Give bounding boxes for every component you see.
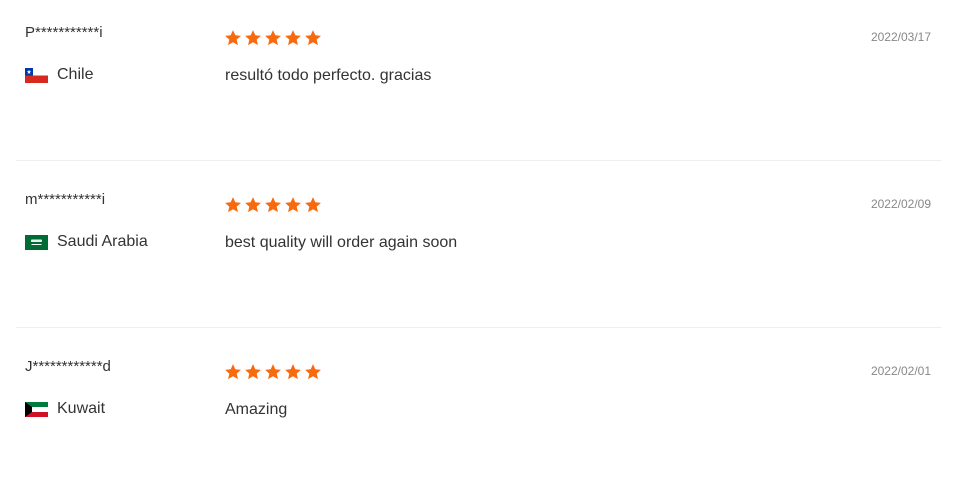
review-date: 2022/03/17: [870, 30, 931, 44]
star-icon: [305, 197, 321, 213]
chile-flag-icon: [25, 67, 48, 83]
reviewer-country: Saudi Arabia: [25, 233, 148, 251]
star-icon: [265, 30, 281, 46]
review-item: m***********i Saudi Arabia best quality …: [0, 167, 958, 334]
star-icon: [245, 364, 261, 380]
reviewer-country: Kuwait: [25, 400, 105, 418]
review-item: P***********i Chile resultó todo perfect…: [0, 0, 958, 167]
reviewer-name: J************d: [25, 358, 111, 375]
country-name: Saudi Arabia: [57, 233, 148, 250]
star-rating: [224, 363, 322, 381]
star-icon: [285, 197, 301, 213]
country-name: Kuwait: [57, 400, 106, 417]
star-icon: [285, 30, 301, 46]
reviewer-name: m***********i: [25, 191, 106, 208]
review-divider: [16, 160, 941, 161]
review-item: J************d Kuwait Amazing 2022/02/01: [0, 334, 958, 501]
kuwait-flag-icon: [25, 401, 48, 417]
reviewer-country: Chile: [25, 66, 93, 84]
star-rating: [224, 196, 322, 214]
star-icon: [225, 30, 241, 46]
review-date: 2022/02/01: [870, 364, 931, 378]
star-icon: [265, 197, 281, 213]
country-name: Chile: [57, 66, 94, 83]
review-date: 2022/02/09: [870, 197, 931, 211]
star-rating: [224, 29, 322, 47]
star-icon: [225, 364, 241, 380]
review-comment: Amazing: [225, 401, 288, 418]
review-divider: [16, 327, 941, 328]
star-icon: [265, 364, 281, 380]
star-icon: [305, 30, 321, 46]
review-comment: best quality will order again soon: [225, 234, 458, 251]
reviewer-name: P***********i: [25, 24, 103, 41]
star-icon: [305, 364, 321, 380]
star-icon: [225, 197, 241, 213]
star-icon: [245, 30, 261, 46]
star-icon: [245, 197, 261, 213]
review-comment: resultó todo perfecto. gracias: [225, 67, 432, 84]
saudi-arabia-flag-icon: [25, 234, 48, 250]
star-icon: [285, 364, 301, 380]
